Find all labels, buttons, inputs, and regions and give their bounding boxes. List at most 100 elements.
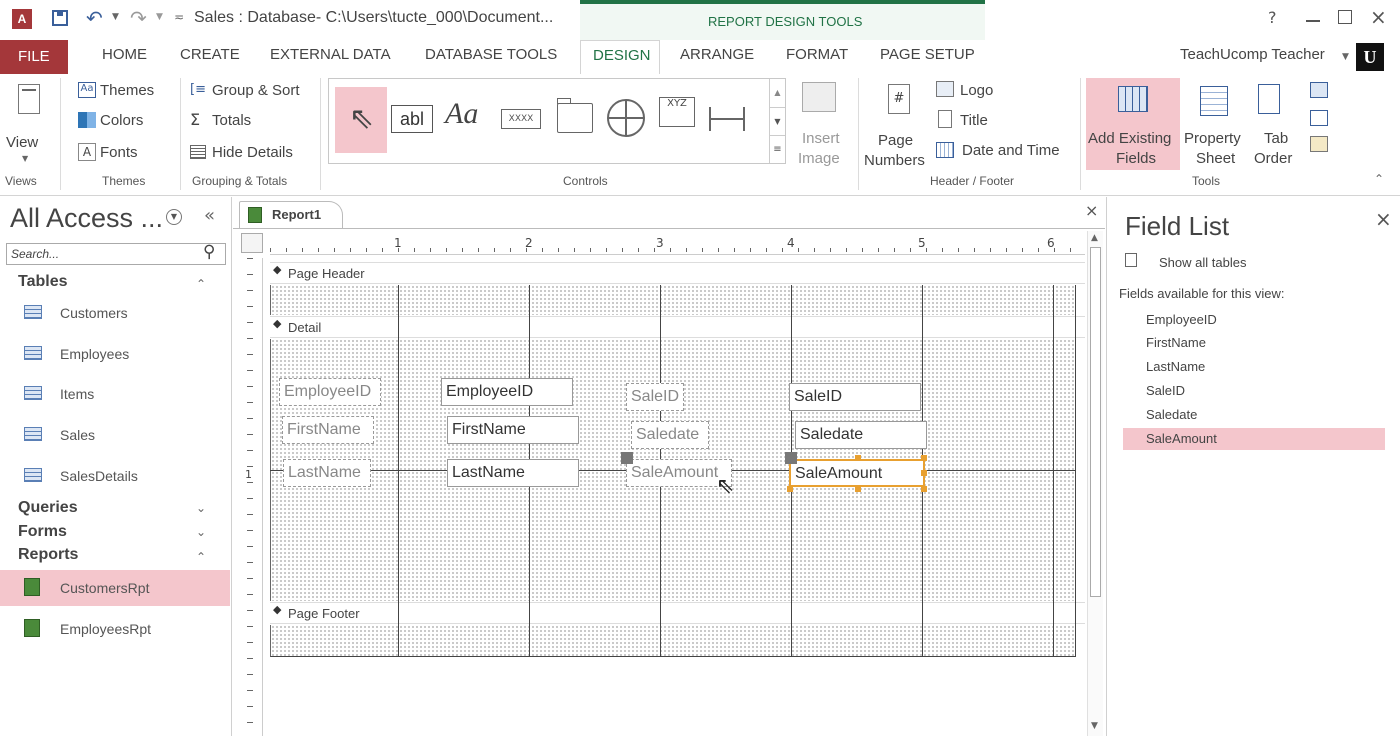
add-existing-fields-button[interactable]: Add Existing Fields [1086,78,1180,170]
label-firstname[interactable]: FirstName [282,416,374,444]
hide-details-button[interactable]: Hide Details [190,142,315,164]
section-page-footer[interactable]: Page Footer [270,602,1085,624]
tables-collapse-icon[interactable]: ⌃ [196,277,206,291]
tab-external-data[interactable]: EXTERNAL DATA [270,46,391,63]
nav-item-salesdetails[interactable]: SalesDetails [0,458,230,494]
access-app-icon[interactable]: A [12,9,32,29]
convert-macros-icon[interactable] [1310,136,1328,152]
restore-button[interactable] [1338,10,1352,24]
totals-button[interactable]: Σ Totals [190,110,315,132]
property-sheet-button[interactable]: Property Sheet [1182,78,1250,170]
collapse-ribbon-icon[interactable]: ⌃ [1374,172,1384,186]
tab-control-button[interactable] [557,98,593,133]
help-button[interactable]: ? [1268,8,1277,27]
tab-design[interactable]: DESIGN [580,40,660,75]
textbox-control-button[interactable]: abl [391,105,433,133]
gallery-scroll-up[interactable]: ▲ [769,79,785,107]
customize-qat-icon[interactable]: ≂ [174,10,184,24]
resize-handle[interactable] [855,486,861,492]
themes-button[interactable]: Aa Themes [78,80,178,102]
field-saleid[interactable]: SaleID [1146,383,1185,398]
tab-format[interactable]: FORMAT [786,46,848,63]
select-control-button[interactable]: ⇖ [335,87,387,153]
forms-expand-icon[interactable]: ⌄ [196,525,206,539]
resize-handle[interactable] [787,486,793,492]
scroll-thumb[interactable] [1090,247,1101,597]
tab-database-tools[interactable]: DATABASE TOOLS [425,46,557,63]
page-footer-grid[interactable] [270,625,1075,657]
page-numbers-button[interactable]: # Page Numbers [864,80,930,170]
section-page-header[interactable]: Page Header [270,262,1085,284]
redo-dropdown-icon[interactable]: ▼ [156,12,163,22]
label-employeeid[interactable]: EmployeeID [279,378,381,406]
undo-icon[interactable]: ↶ [86,6,103,30]
logo-button[interactable]: Logo [936,80,1066,102]
ruler-select-corner[interactable] [241,233,263,253]
reports-collapse-icon[interactable]: ⌃ [196,550,206,564]
nav-item-customersrpt[interactable]: CustomersRpt [0,570,230,606]
textbox-lastname[interactable]: LastName [447,459,579,487]
date-time-button[interactable]: Date and Time [936,140,1070,162]
move-handle-icon[interactable] [785,452,797,464]
textbox-saledate[interactable]: Saledate [795,421,927,449]
gallery-more[interactable]: ≡ [769,135,785,163]
tab-page-setup[interactable]: PAGE SETUP [880,46,975,63]
nav-menu-dropdown-icon[interactable]: ▼ [166,209,182,225]
resize-handle[interactable] [921,486,927,492]
tab-arrange[interactable]: ARRANGE [680,46,754,63]
save-icon[interactable] [52,10,68,26]
field-saleamount[interactable]: SaleAmount [1146,431,1217,446]
textbox-saleid[interactable]: SaleID [789,383,921,411]
field-firstname[interactable]: FirstName [1146,335,1206,350]
label-lastname[interactable]: LastName [283,459,371,487]
label-saleid[interactable]: SaleID [626,383,684,411]
minimize-button[interactable] [1306,20,1320,22]
view-button[interactable]: View ▼ [4,78,56,170]
web-browser-control-button[interactable]: XYZ [659,97,695,127]
colors-button[interactable]: Colors [78,110,178,132]
search-icon[interactable]: ⚲ [203,242,215,262]
redo-icon[interactable]: ↷ [130,6,147,30]
fonts-button[interactable]: A Fonts [78,142,178,164]
resize-handle[interactable] [855,455,861,461]
subreport-icon[interactable] [1310,110,1328,126]
nav-pane-title[interactable]: All Access ... [10,203,163,234]
nav-group-queries[interactable]: Queries [18,499,78,517]
insert-image-button[interactable]: Insert Image [792,80,850,170]
label-control-button[interactable]: Aa [445,97,478,131]
field-employeeid[interactable]: EmployeeID [1146,312,1217,327]
title-button[interactable]: Title [936,110,1066,132]
nav-item-customers[interactable]: Customers [0,295,230,331]
gallery-scroll-down[interactable]: ▼ [769,107,785,135]
close-document-icon[interactable]: × [1085,201,1098,220]
nav-item-employees[interactable]: Employees [0,336,230,372]
tab-order-button[interactable]: Tab Order [1252,78,1302,170]
scroll-up-arrow[interactable]: ▲ [1091,233,1098,243]
resize-handle[interactable] [921,470,927,476]
vertical-scrollbar[interactable]: ▲ ▼ [1087,231,1103,736]
queries-expand-icon[interactable]: ⌄ [196,501,206,515]
move-handle-icon[interactable] [621,452,633,464]
tab-file[interactable]: FILE [0,40,68,74]
textbox-firstname[interactable]: FirstName [447,416,579,444]
nav-search-box[interactable]: Search... ⚲ [6,242,226,265]
tab-home[interactable]: HOME [102,46,147,63]
field-saledate[interactable]: Saledate [1146,407,1197,422]
user-avatar[interactable]: U [1356,43,1384,71]
view-code-icon[interactable] [1310,82,1328,98]
show-all-tables-link[interactable]: Show all tables [1159,255,1246,270]
nav-group-tables[interactable]: Tables [18,273,68,291]
navigation-control-button[interactable] [709,107,745,131]
nav-group-forms[interactable]: Forms [18,523,67,541]
user-account[interactable]: TeachUcomp Teacher [1180,46,1325,63]
hyperlink-control-button[interactable] [607,99,645,137]
nav-item-sales[interactable]: Sales [0,417,230,453]
scroll-down-arrow[interactable]: ▼ [1091,721,1098,731]
field-lastname[interactable]: LastName [1146,359,1205,374]
label-saledate[interactable]: Saledate [631,421,709,449]
resize-handle[interactable] [921,455,927,461]
undo-dropdown-icon[interactable]: ▼ [112,12,119,22]
user-dropdown-icon[interactable]: ▼ [1342,52,1349,62]
page-header-grid[interactable] [270,285,1075,315]
nav-item-employeesrpt[interactable]: EmployeesRpt [0,611,230,647]
